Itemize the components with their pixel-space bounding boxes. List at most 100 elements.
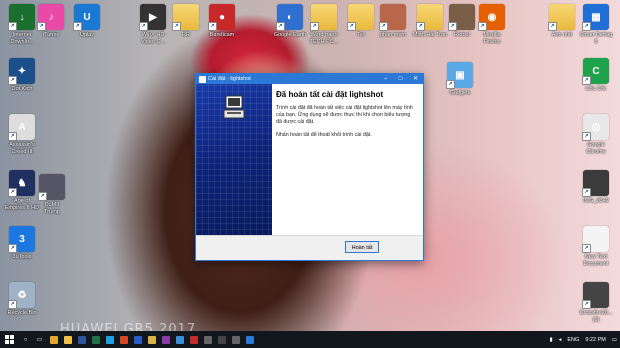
file-explorer-icon[interactable]: [61, 334, 74, 345]
desktop-shortcut[interactable]: C ↗ Cốc Cốc: [574, 58, 618, 93]
chrome-taskbar-icon[interactable]: [47, 334, 60, 345]
folder-icon: ↗: [310, 4, 337, 31]
setup-icon: [199, 75, 206, 83]
desktop-shortcut[interactable]: ♻ ↗ Recycle Bin: [0, 282, 44, 317]
crossfire-icon: ↗: [582, 282, 609, 309]
app-icon[interactable]: [173, 334, 186, 345]
shortcut-arrow-icon: ↗: [8, 132, 17, 141]
desktop-icon-label: Gadgets: [449, 90, 471, 96]
folder-icon: ↗: [548, 4, 575, 31]
desktop-shortcut[interactable]: ● ↗ Bandicam: [200, 4, 244, 39]
system-tray: ▮ ◂ ENG 9:22 PM ▭: [547, 331, 620, 348]
desktop-shortcut[interactable]: ↗ Crossfire20... (2): [574, 282, 618, 323]
task-view-icon[interactable]: ▭: [33, 334, 46, 345]
language-indicator[interactable]: ENG: [567, 337, 579, 343]
shortcut-arrow-icon: ↗: [8, 22, 17, 31]
app-glyph: [189, 335, 198, 344]
chrome-icon: ◎ ↗: [582, 114, 609, 141]
minimize-button[interactable]: –: [378, 74, 393, 84]
onenote-icon[interactable]: [159, 334, 172, 345]
completion-message: Trình cài đặt đã hoàn tất việc cài đặt l…: [276, 105, 413, 125]
gadgets-icon: ▣ ↗: [446, 62, 473, 89]
desktop-shortcut[interactable]: ◎ ↗ Google Chrome: [574, 114, 618, 155]
dialog-content: Đã hoàn tất cài đặt lightshot Trình cài …: [276, 90, 416, 145]
shortcut-arrow-icon: ↗: [276, 22, 285, 31]
windows-logo-icon: [4, 335, 14, 344]
desktop-icon-label: Recycle Bin: [7, 310, 37, 316]
image-file-icon: ↗: [38, 174, 65, 201]
firefox-icon: ◉ ↗: [478, 4, 505, 31]
desktop-icon-label: Smart Defrag 5: [579, 32, 613, 45]
volume-icon[interactable]: ◂: [559, 337, 562, 343]
word-icon[interactable]: [75, 334, 88, 345]
app-glyph: [91, 335, 100, 344]
close-button[interactable]: ✕: [408, 74, 423, 84]
shortcut-arrow-icon: ↗: [139, 22, 148, 31]
shortcut-arrow-icon: ↗: [582, 132, 591, 141]
desktop-shortcut[interactable]: ✦ ↗ Dot Kich: [0, 58, 44, 93]
desktop-shortcut[interactable]: ↗ DuMII Trump: [30, 174, 74, 215]
smart-defrag-icon: ▦ ↗: [582, 4, 609, 31]
app-glyph: [133, 335, 142, 344]
uplay-icon: U ↗: [73, 4, 100, 31]
ie-icon[interactable]: [103, 334, 116, 345]
shortcut-arrow-icon: ↗: [172, 22, 181, 31]
shortcut-arrow-icon: ↗: [8, 244, 17, 253]
desktop-shortcut[interactable]: ▦ ↗ Smart Defrag 5: [574, 4, 618, 45]
network-icon[interactable]: ▮: [550, 337, 553, 343]
desktop-shortcut[interactable]: 3 ↗ 3uTools: [0, 226, 44, 261]
shortcut-arrow-icon: ↗: [347, 22, 356, 31]
dialog-title: Cài đặt - lightshot: [208, 76, 251, 82]
desktop-shortcut[interactable]: U ↗ Uplay: [65, 4, 109, 39]
taskbar: ○ ▭ ▮ ◂ ENG 9:22 PM ▭: [0, 331, 620, 348]
shortcut-arrow-icon: ↗: [548, 22, 557, 31]
shortcut-arrow-icon: ↗: [582, 300, 591, 309]
image-file-icon: ↗: [582, 170, 609, 197]
shortcut-arrow-icon: ↗: [478, 22, 487, 31]
powerpoint-icon[interactable]: [117, 334, 130, 345]
exit-instruction: Nhấn hoàn tất để thoát khỏi trình cài đặ…: [276, 132, 372, 138]
notification-icon[interactable]: ▭: [612, 337, 617, 343]
installer-taskbar-icon[interactable]: [243, 334, 256, 345]
app-icon[interactable]: [229, 334, 242, 345]
search-icon[interactable]: ○: [19, 334, 32, 345]
app-icon[interactable]: [215, 334, 228, 345]
folder-taskbar-icon[interactable]: [145, 334, 158, 345]
photoshop-icon[interactable]: [131, 334, 144, 345]
desktop-shortcut[interactable]: ▣ ↗ Gadgets: [438, 62, 482, 97]
desktop-icon-label: Dot Kich: [11, 86, 33, 92]
bandicam-icon: ● ↗: [208, 4, 235, 31]
desktop-icon-label: DuMII Trump: [44, 202, 60, 215]
folder-icon: ↗: [172, 4, 199, 31]
3utools-icon: 3 ↗: [8, 226, 35, 253]
app-icon[interactable]: [187, 334, 200, 345]
recycle-bin-icon: ♻ ↗: [8, 282, 35, 309]
dialog-titlebar[interactable]: Cài đặt - lightshot – □ ✕: [196, 74, 423, 84]
shortcut-arrow-icon: ↗: [37, 22, 46, 31]
app-glyph: [231, 335, 240, 344]
desktop-shortcut[interactable]: A ↗ Assassin's Creed III: [0, 114, 44, 155]
dialog-footer: Hoàn tất: [196, 235, 423, 260]
app-icon[interactable]: [201, 334, 214, 345]
shortcut-arrow-icon: ↗: [448, 22, 457, 31]
text-document-icon: ↗: [582, 226, 609, 253]
google-earth-icon: ◐ ↗: [276, 4, 303, 31]
finish-button[interactable]: Hoàn tất: [345, 241, 379, 253]
app-glyph: [63, 335, 72, 344]
excel-icon[interactable]: [89, 334, 102, 345]
desktop-shortcut[interactable]: ↗ IMG_0342: [574, 170, 618, 205]
desktop-shortcut[interactable]: ◉ ↗ Mozilla Firefox: [470, 4, 514, 45]
start-button[interactable]: [0, 334, 18, 345]
clock[interactable]: 9:22 PM: [585, 337, 605, 343]
desktop-icon-label: Google Chrome: [586, 142, 606, 155]
itunes-icon: ♪ ↗: [37, 4, 64, 31]
app-glyph: [203, 335, 212, 344]
installer-computer-icon: [223, 95, 245, 119]
app-glyph: [245, 335, 254, 344]
taskbar-apps: ○ ▭: [19, 334, 257, 345]
shortcut-arrow-icon: ↗: [582, 76, 591, 85]
desktop-shortcut[interactable]: ↗ New Text Document: [574, 226, 618, 267]
image-file-icon: ↗: [379, 4, 406, 31]
maximize-button[interactable]: □: [393, 74, 408, 84]
shortcut-arrow-icon: ↗: [582, 188, 591, 197]
